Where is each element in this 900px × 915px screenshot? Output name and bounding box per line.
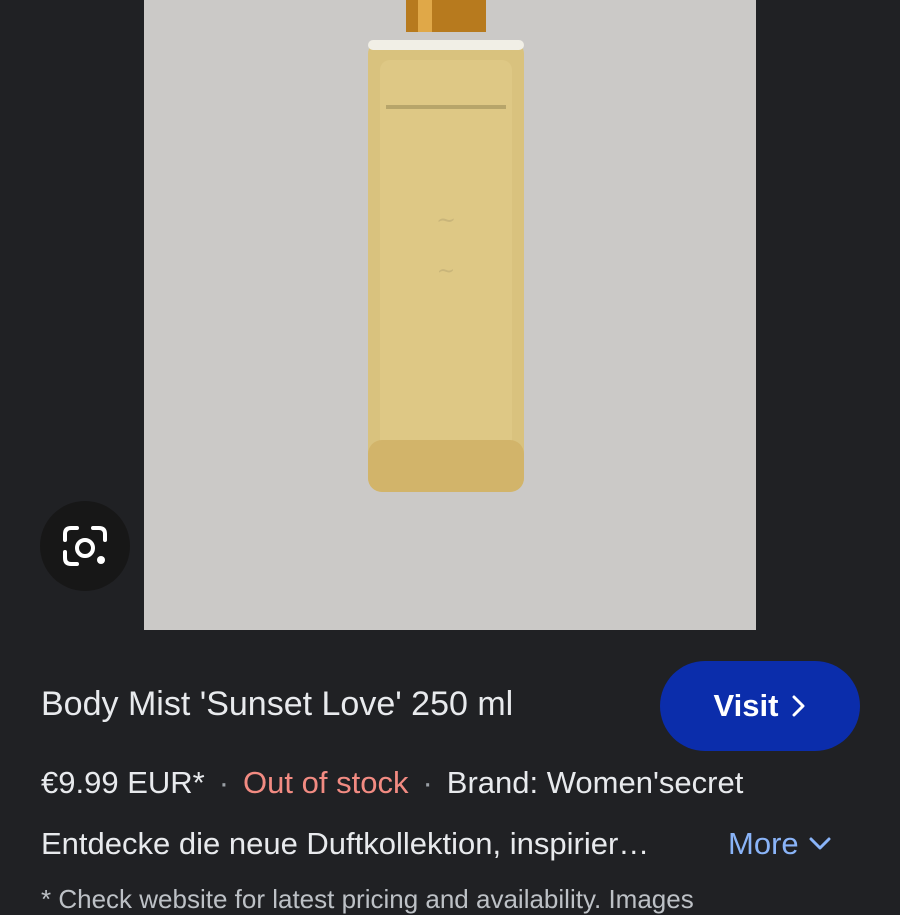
more-button[interactable]: More	[728, 826, 831, 862]
stock-status: Out of stock	[243, 765, 409, 800]
more-button-label: More	[728, 826, 799, 861]
chevron-right-icon	[792, 695, 805, 717]
product-title[interactable]: Body Mist 'Sunset Love' 250 ml	[41, 685, 513, 724]
svg-text:~: ~	[437, 259, 455, 284]
separator-dot: ·	[218, 765, 230, 800]
price-label: €9.99 EUR*	[41, 765, 205, 800]
separator-dot: ·	[422, 765, 433, 800]
chevron-down-icon	[809, 837, 831, 850]
google-lens-icon	[63, 526, 107, 566]
product-meta-row: €9.99 EUR* · Out of stock · Brand: Women'sec…	[41, 765, 743, 801]
product-description: Entdecke die neue Duftkollektion, inspir…	[41, 826, 650, 861]
svg-text:~: ~	[436, 206, 456, 234]
visit-button-label: Visit	[713, 688, 779, 723]
google-lens-button[interactable]	[40, 501, 130, 591]
product-image[interactable]: ~ ~	[144, 0, 756, 630]
brand-label: Brand: Women'secret	[446, 765, 744, 800]
visit-button[interactable]: Visit	[660, 661, 860, 751]
perfume-bottle-image: ~ ~	[368, 0, 524, 492]
